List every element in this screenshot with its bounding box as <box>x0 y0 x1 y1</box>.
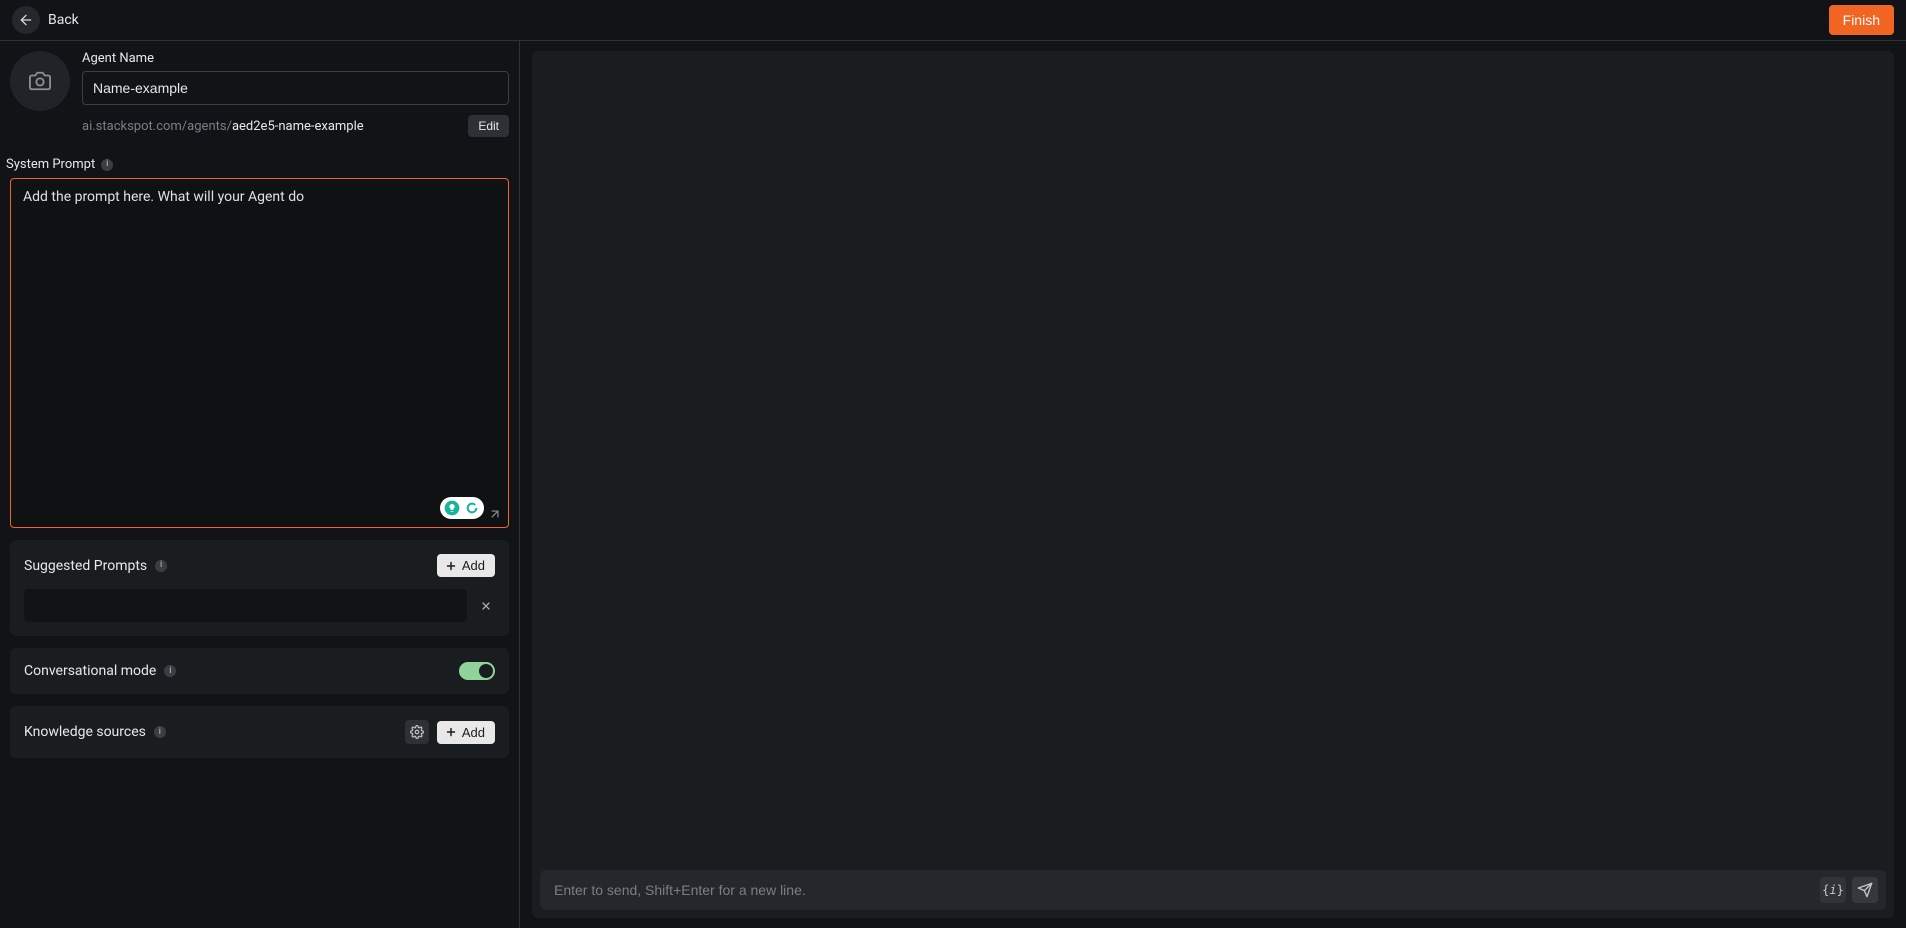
suggested-prompts-header: Suggested Prompts i Add <box>24 554 495 577</box>
add-label: Add <box>462 725 485 740</box>
toggle-knob <box>479 664 493 678</box>
conversational-mode-label: Conversational mode <box>24 663 156 679</box>
knowledge-sources-card: Knowledge sources i <box>10 706 509 758</box>
agent-url-prefix: ai.stackspot.com/agents/ <box>82 119 232 134</box>
finish-button[interactable]: Finish <box>1829 5 1894 35</box>
agent-url-row: ai.stackspot.com/agents/aed2e5-name-exam… <box>82 115 509 137</box>
insert-variable-button[interactable]: {i} <box>1820 877 1846 903</box>
knowledge-sources-settings-button[interactable] <box>405 720 429 744</box>
avatar-upload-button[interactable] <box>10 51 70 111</box>
back-arrow-icon <box>12 6 40 34</box>
expand-icon[interactable] <box>488 507 502 521</box>
back-label: Back <box>48 12 79 28</box>
add-label: Add <box>462 558 485 573</box>
system-prompt-field <box>10 178 509 528</box>
close-icon <box>480 600 492 612</box>
back-button[interactable]: Back <box>12 6 79 34</box>
agent-url-slug: aed2e5-name-example <box>232 119 364 134</box>
chat-preview-panel: {i} <box>532 51 1894 918</box>
info-icon[interactable]: i <box>101 159 113 171</box>
info-icon[interactable]: i <box>164 665 176 677</box>
info-icon[interactable]: i <box>155 560 167 572</box>
system-prompt-label-row: System Prompt i <box>6 157 509 172</box>
agent-name-input[interactable] <box>82 71 509 105</box>
chat-input[interactable] <box>548 876 1814 904</box>
knowledge-sources-label: Knowledge sources <box>24 724 146 740</box>
suggested-prompt-row <box>24 589 495 622</box>
suggested-prompts-card: Suggested Prompts i Add <box>10 540 509 636</box>
main: Agent Name ai.stackspot.com/agents/aed2e… <box>0 41 1906 928</box>
system-prompt-label: System Prompt <box>6 157 95 172</box>
send-button[interactable] <box>1852 877 1878 903</box>
agent-header: Agent Name ai.stackspot.com/agents/aed2e… <box>10 51 509 143</box>
system-prompt-textarea[interactable] <box>11 179 508 527</box>
remove-suggested-prompt-button[interactable] <box>477 597 495 615</box>
conversational-mode-card: Conversational mode i <box>10 648 509 694</box>
topbar: Back Finish <box>0 0 1906 41</box>
suggested-prompts-label: Suggested Prompts <box>24 558 147 574</box>
add-suggested-prompt-button[interactable]: Add <box>437 554 495 577</box>
add-knowledge-source-button[interactable]: Add <box>437 721 495 744</box>
plus-icon <box>445 726 457 738</box>
edit-url-button[interactable]: Edit <box>468 115 509 137</box>
suggested-prompt-input[interactable] <box>24 589 467 622</box>
camera-icon <box>29 70 51 92</box>
right-pane: {i} <box>520 41 1906 928</box>
grammarly-g-icon <box>463 499 481 517</box>
left-pane: Agent Name ai.stackspot.com/agents/aed2e… <box>0 41 520 928</box>
info-icon[interactable]: i <box>154 726 166 738</box>
chat-input-row: {i} <box>540 870 1886 910</box>
agent-url: ai.stackspot.com/agents/aed2e5-name-exam… <box>82 119 364 134</box>
grammarly-bulb-icon <box>443 499 461 517</box>
grammarly-widget[interactable] <box>440 497 484 519</box>
gear-icon <box>410 725 424 739</box>
conversational-mode-toggle[interactable] <box>459 662 495 680</box>
braces-icon: {i} <box>1822 883 1844 897</box>
send-icon <box>1857 882 1873 898</box>
agent-name-label: Agent Name <box>82 51 509 66</box>
plus-icon <box>445 560 457 572</box>
chat-empty-area <box>532 51 1894 862</box>
agent-fields: Agent Name ai.stackspot.com/agents/aed2e… <box>82 51 509 137</box>
